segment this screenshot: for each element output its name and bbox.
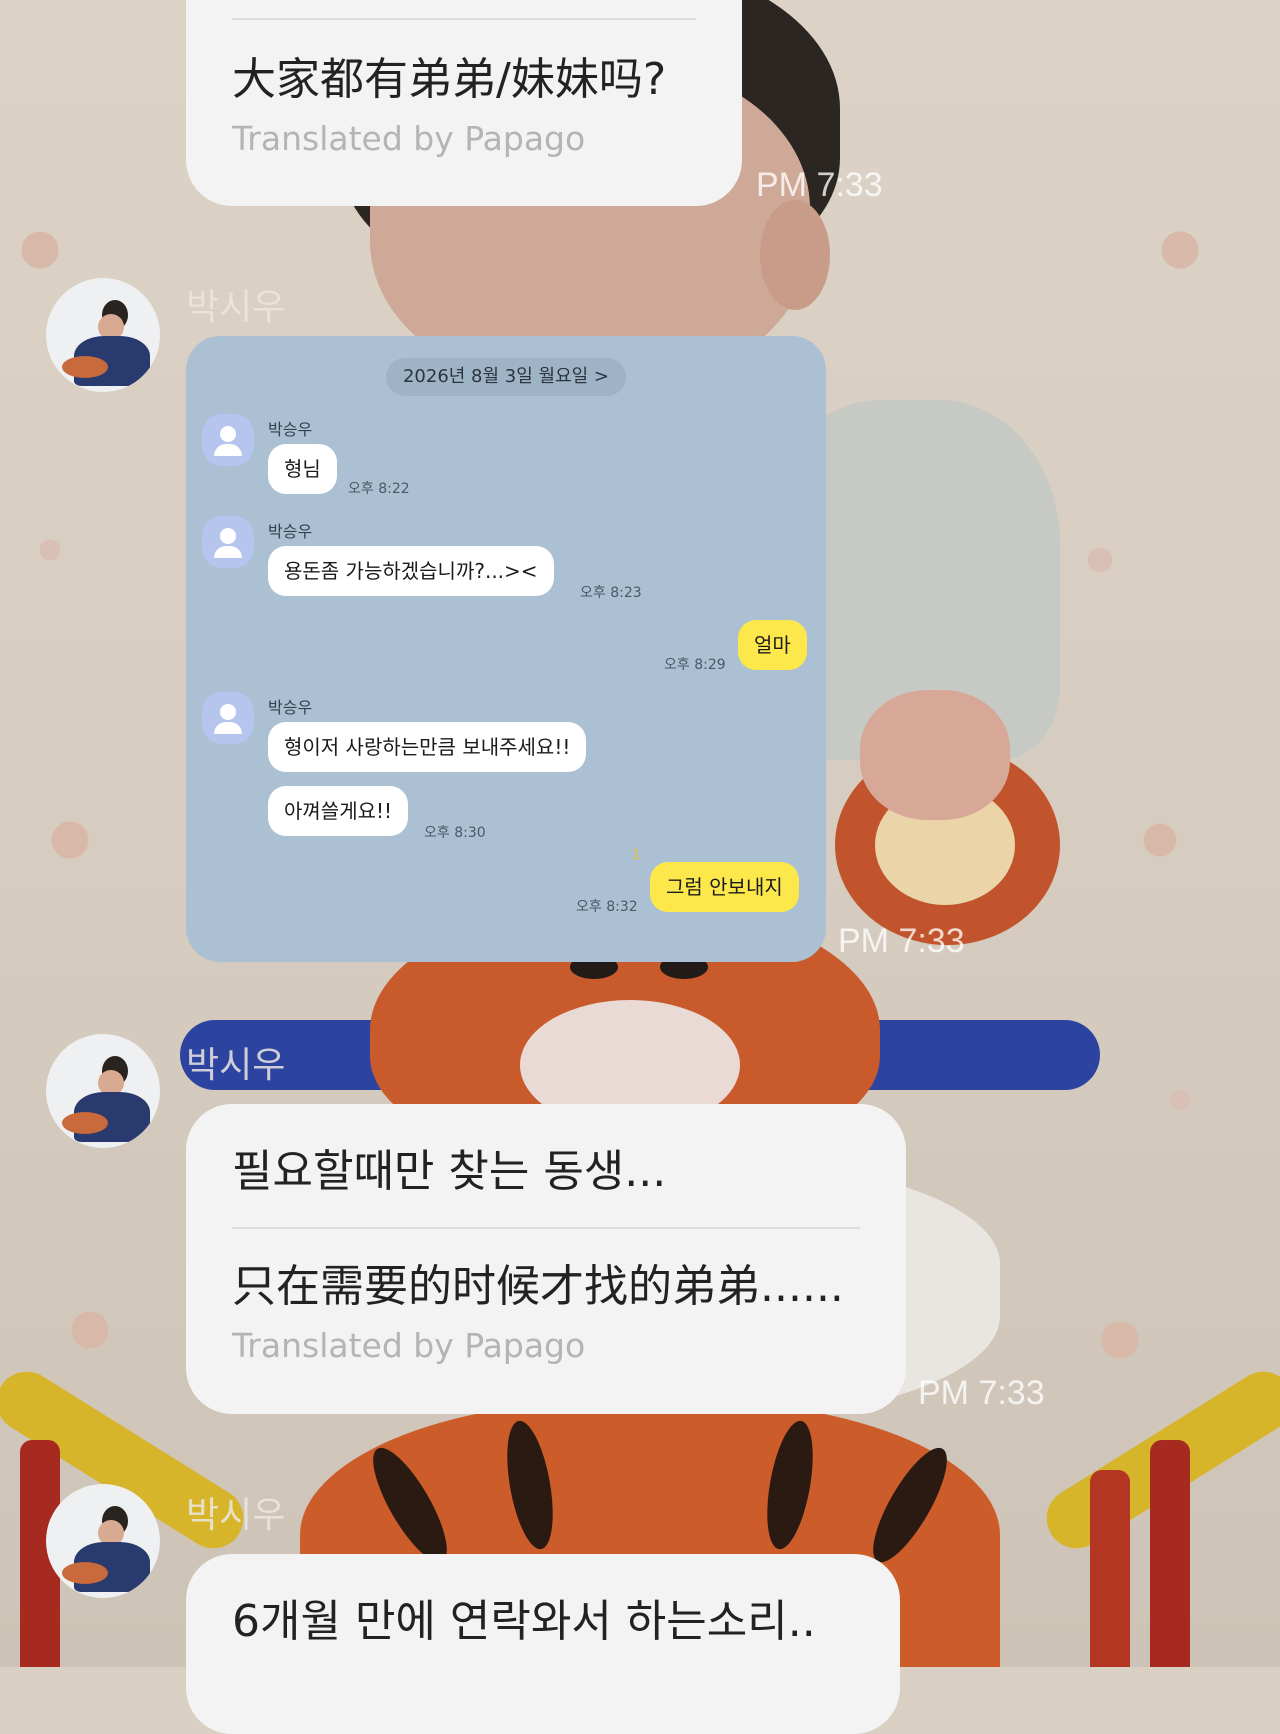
received-bubble: 아껴쓸게요!! — [268, 786, 409, 836]
message-time: PM 7:33 — [756, 166, 883, 204]
chat-date-divider: 2026년 8월 3일 월요일 > — [386, 358, 626, 396]
bubble-time: 오후 8:22 — [348, 481, 410, 497]
original-text: 6개월 만에 연락와서 하는소리.. — [232, 1596, 816, 1647]
received-bubble: 형님 — [268, 444, 337, 494]
sender-name: 박시우 — [186, 1045, 286, 1086]
translation-divider — [232, 1227, 860, 1229]
contact-name: 박승우 — [268, 420, 313, 439]
chat-thread: 大家都有弟弟/妹妹吗? Translated by Papago PM 7:33… — [0, 0, 1280, 1734]
translated-by-label: Translated by Papago — [232, 1326, 586, 1365]
original-text: 필요할때만 찾는 동생... — [232, 1146, 667, 1197]
contact-name: 박승우 — [268, 522, 313, 541]
screenshot-image[interactable]: 2026년 8월 3일 월요일 > 박승우 형님 오후 8:22 박승우 용돈좀… — [186, 336, 826, 962]
sent-bubble: 그럼 안보내지 — [650, 862, 799, 912]
avatar[interactable] — [46, 1034, 160, 1148]
contact-name: 박승우 — [268, 698, 313, 717]
message-bubble[interactable]: 필요할때만 찾는 동생... 只在需要的时候才找的弟弟...... Transl… — [186, 1104, 906, 1414]
bubble-time: 오후 8:29 — [664, 657, 726, 673]
message-time: PM 7:33 — [838, 922, 965, 960]
profile-icon — [202, 414, 254, 466]
avatar[interactable] — [46, 1484, 160, 1598]
bubble-time: 오후 8:32 — [576, 899, 638, 915]
message-bubble[interactable]: 大家都有弟弟/妹妹吗? Translated by Papago — [186, 0, 742, 206]
profile-icon — [202, 692, 254, 744]
translated-by-label: Translated by Papago — [232, 119, 586, 158]
sent-bubble: 얼마 — [738, 620, 807, 670]
translation-divider — [232, 18, 696, 20]
message-time: PM 7:33 — [918, 1374, 1045, 1412]
received-bubble: 용돈좀 가능하겠습니까?...>< — [268, 546, 554, 596]
unread-count: 1 — [632, 848, 641, 863]
bubble-time: 오후 8:30 — [424, 825, 486, 841]
translated-text: 大家都有弟弟/妹妹吗? — [232, 54, 667, 105]
translated-text: 只在需要的时候才找的弟弟...... — [232, 1261, 844, 1312]
received-bubble: 형이저 사랑하는만큼 보내주세요!! — [268, 722, 587, 772]
bubble-time: 오후 8:23 — [580, 585, 642, 601]
avatar[interactable] — [46, 278, 160, 392]
message-bubble[interactable]: 6개월 만에 연락와서 하는소리.. — [186, 1554, 900, 1734]
sender-name: 박시우 — [186, 1495, 286, 1536]
profile-icon — [202, 516, 254, 568]
sender-name: 박시우 — [186, 287, 286, 328]
